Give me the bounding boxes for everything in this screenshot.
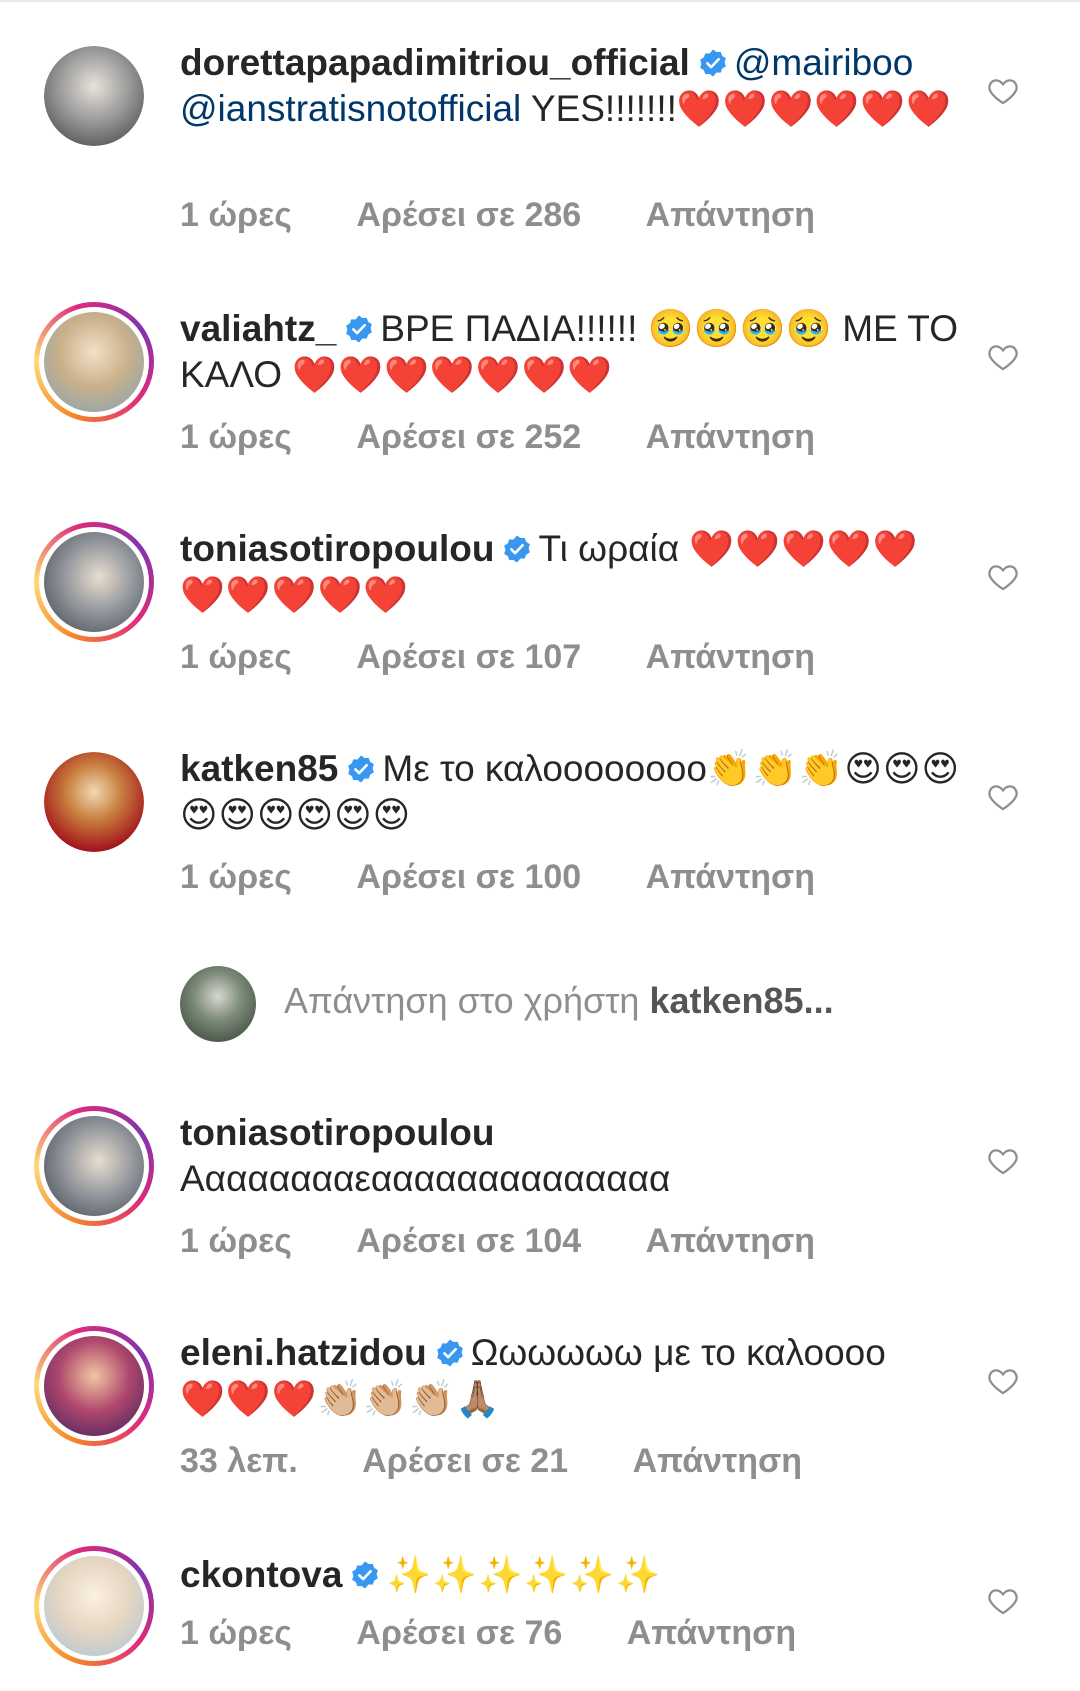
like-heart-icon[interactable] [986, 74, 1020, 108]
comment-meta: 1 ώρες Αρέσει σε 76 Απάντηση [180, 1614, 796, 1653]
comment-username[interactable]: toniasotiropoulou [180, 528, 494, 569]
comment-likes[interactable]: Αρέσει σε 21 [362, 1442, 568, 1481]
avatar [180, 966, 256, 1042]
reply-button[interactable]: Απάντηση [646, 1222, 815, 1261]
comment-time: 1 ώρες [180, 418, 292, 456]
verified-badge-icon [700, 49, 726, 77]
comment-username[interactable]: ckontova [180, 1554, 342, 1595]
like-heart-icon[interactable] [986, 560, 1020, 594]
comment-body: toniasotiropoulou Ααααααααεααααααααααααα… [180, 1110, 960, 1202]
comment-meta: 1 ώρες Αρέσει σε 107 Απάντηση [180, 638, 815, 677]
mention-link[interactable]: @ianstratisnotofficial [180, 88, 521, 129]
comment-meta: 1 ώρες Αρέσει σε 104 Απάντηση [180, 1222, 815, 1261]
comment-username[interactable]: dorettapapadimitriou_official [180, 42, 690, 83]
like-heart-icon[interactable] [986, 1584, 1020, 1618]
comment-body: dorettapapadimitriou_official @mairiboo @… [180, 40, 960, 132]
comment-time: 33 λεπ. [180, 1442, 298, 1480]
reply-button[interactable]: Απάντηση [646, 418, 815, 457]
avatar[interactable] [34, 302, 154, 422]
reply-button[interactable]: Απάντηση [646, 858, 815, 897]
like-heart-icon[interactable] [986, 1364, 1020, 1398]
reply-prompt-prefix: Απάντηση στο χρήστη [284, 980, 640, 1021]
reply-button[interactable]: Απάντηση [627, 1614, 796, 1653]
comment-time: 1 ώρες [180, 638, 292, 676]
comment-text: Ωωωωωω με το καλοοοο [470, 1332, 886, 1373]
avatar[interactable] [34, 1546, 154, 1666]
reply-button[interactable]: Απάντηση [646, 196, 815, 235]
reply-prompt-user: katken85 [649, 980, 804, 1021]
comment-body: valiahtz_ ΒΡΕ ΠΑΔΙΑ!!!!!! 🥹🥹🥹🥹 ΜΕ ΤΟ ΚΑΛΟ… [180, 306, 960, 398]
reply-prompt-text[interactable]: Απάντηση στο χρήστη katken85... [284, 980, 834, 1022]
comment-username[interactable]: katken85 [180, 748, 338, 789]
like-heart-icon[interactable] [986, 780, 1020, 814]
verified-badge-icon [346, 315, 373, 343]
comment-likes[interactable]: Αρέσει σε 100 [356, 858, 581, 897]
comment-emoji: ❤️❤️❤️❤️❤️❤️ [676, 88, 952, 129]
comment-likes[interactable]: Αρέσει σε 286 [356, 196, 581, 235]
comment-username[interactable]: toniasotiropoulou [180, 1112, 494, 1153]
comment-body: eleni.hatzidou Ωωωωωω με το καλοοοο ❤️❤️❤… [180, 1330, 960, 1422]
comment-body: toniasotiropoulou Τι ωραία ❤️❤️❤️❤️❤️❤️❤️… [180, 526, 960, 618]
verified-badge-icon [352, 1561, 379, 1589]
comment-likes[interactable]: Αρέσει σε 76 [356, 1614, 562, 1653]
like-heart-icon[interactable] [986, 340, 1020, 374]
reply-prompt[interactable]: Απάντηση στο χρήστη katken85... [180, 966, 1040, 1042]
top-divider [0, 0, 1080, 2]
comment-text: Ααααααααεαααααααααααααα [180, 1158, 671, 1199]
comment-meta: 1 ώρες Αρέσει σε 286 Απάντηση [180, 196, 815, 235]
comment-likes[interactable]: Αρέσει σε 252 [356, 418, 581, 457]
verified-badge-icon [436, 1339, 463, 1367]
comment-emoji: ❤️❤️❤️❤️❤️❤️❤️ [292, 354, 614, 395]
comment-likes[interactable]: Αρέσει σε 104 [356, 1222, 581, 1261]
reply-button[interactable]: Απάντηση [646, 638, 815, 677]
comment-body: ckontova ✨✨✨✨✨✨ [180, 1552, 960, 1598]
mention-link[interactable]: @mairiboo [734, 42, 913, 83]
comment-text: Με το καλοοοοοοοο [382, 748, 707, 789]
comment-meta: 1 ώρες Αρέσει σε 100 Απάντηση [180, 858, 815, 897]
verified-badge-icon [348, 755, 375, 783]
avatar[interactable] [44, 752, 144, 852]
avatar[interactable] [34, 1106, 154, 1226]
comment-time: 1 ώρες [180, 1222, 292, 1260]
comment-text: Τι ωραία [538, 528, 680, 569]
avatar[interactable] [34, 1326, 154, 1446]
comment-meta: 1 ώρες Αρέσει σε 252 Απάντηση [180, 418, 815, 457]
comment-username[interactable]: valiahtz_ [180, 308, 336, 349]
comment-time: 1 ώρες [180, 1614, 292, 1652]
comment-likes[interactable]: Αρέσει σε 107 [356, 638, 581, 677]
comment-emoji: ✨✨✨✨✨✨ [386, 1554, 662, 1595]
comment-emoji: ❤️❤️❤️👏🏼👏🏼👏🏼🙏🏽 [180, 1378, 501, 1419]
reply-button[interactable]: Απάντηση [633, 1442, 802, 1481]
comment-body: katken85 Με το καλοοοοοοοο👏👏👏😍😍😍😍😍😍😍😍😍 [180, 746, 960, 838]
comment-text: YES!!!!!!! [530, 88, 677, 129]
comment-username[interactable]: eleni.hatzidou [180, 1332, 427, 1373]
comment-meta: 33 λεπ. Αρέσει σε 21 Απάντηση [180, 1442, 802, 1481]
avatar[interactable] [44, 46, 144, 146]
like-heart-icon[interactable] [986, 1144, 1020, 1178]
avatar[interactable] [34, 522, 154, 642]
comment-time: 1 ώρες [180, 196, 292, 234]
verified-badge-icon [504, 535, 531, 563]
reply-prompt-ellipsis: ... [803, 980, 834, 1021]
comment-time: 1 ώρες [180, 858, 292, 896]
